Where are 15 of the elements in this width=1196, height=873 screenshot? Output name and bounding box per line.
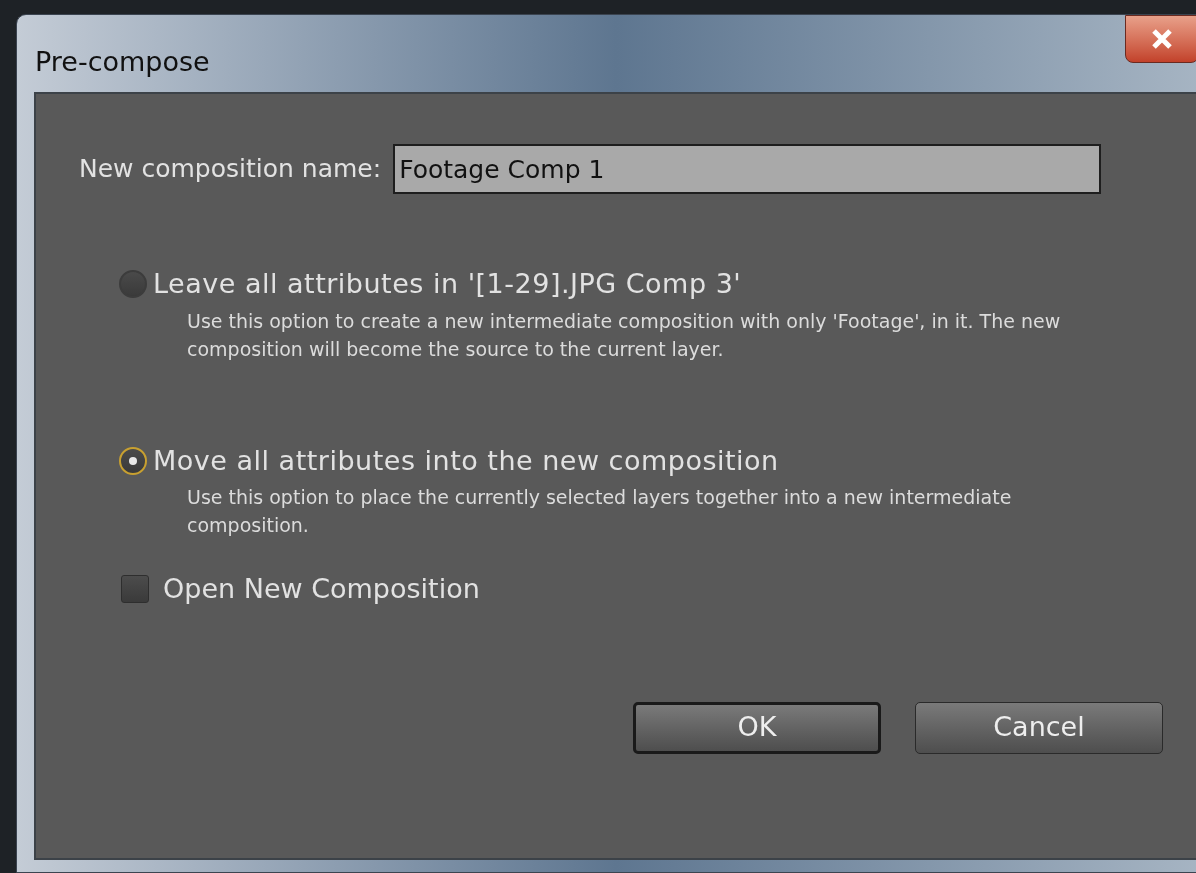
checkbox-label: Open New Composition	[163, 572, 480, 606]
radio-button[interactable]	[119, 270, 147, 299]
field-label: New composition name:	[79, 153, 382, 186]
option-description: Use this option to create a new intermediate composition with only 'Footage', in it. The new composition will become the source to the current layer.	[187, 308, 1062, 362]
close-button[interactable]	[1125, 15, 1196, 63]
composition-name-field[interactable]: Footage Comp 1	[393, 144, 1102, 194]
option-label: Leave all attributes in '[1-29].JPG Comp 3'	[153, 267, 742, 301]
dialog-button[interactable]: Cancel	[915, 701, 1163, 754]
option-description: Use this option to place the currently selected layers together into a new intermediate composition.	[187, 485, 1013, 538]
dialog-button[interactable]: OK	[633, 701, 881, 754]
radio-button[interactable]	[119, 446, 147, 475]
checkbox[interactable]	[121, 575, 149, 604]
close-icon	[1151, 29, 1173, 49]
window-title: Pre-compose	[35, 45, 210, 79]
option-label: Move all attributes into the new composition	[153, 443, 779, 478]
